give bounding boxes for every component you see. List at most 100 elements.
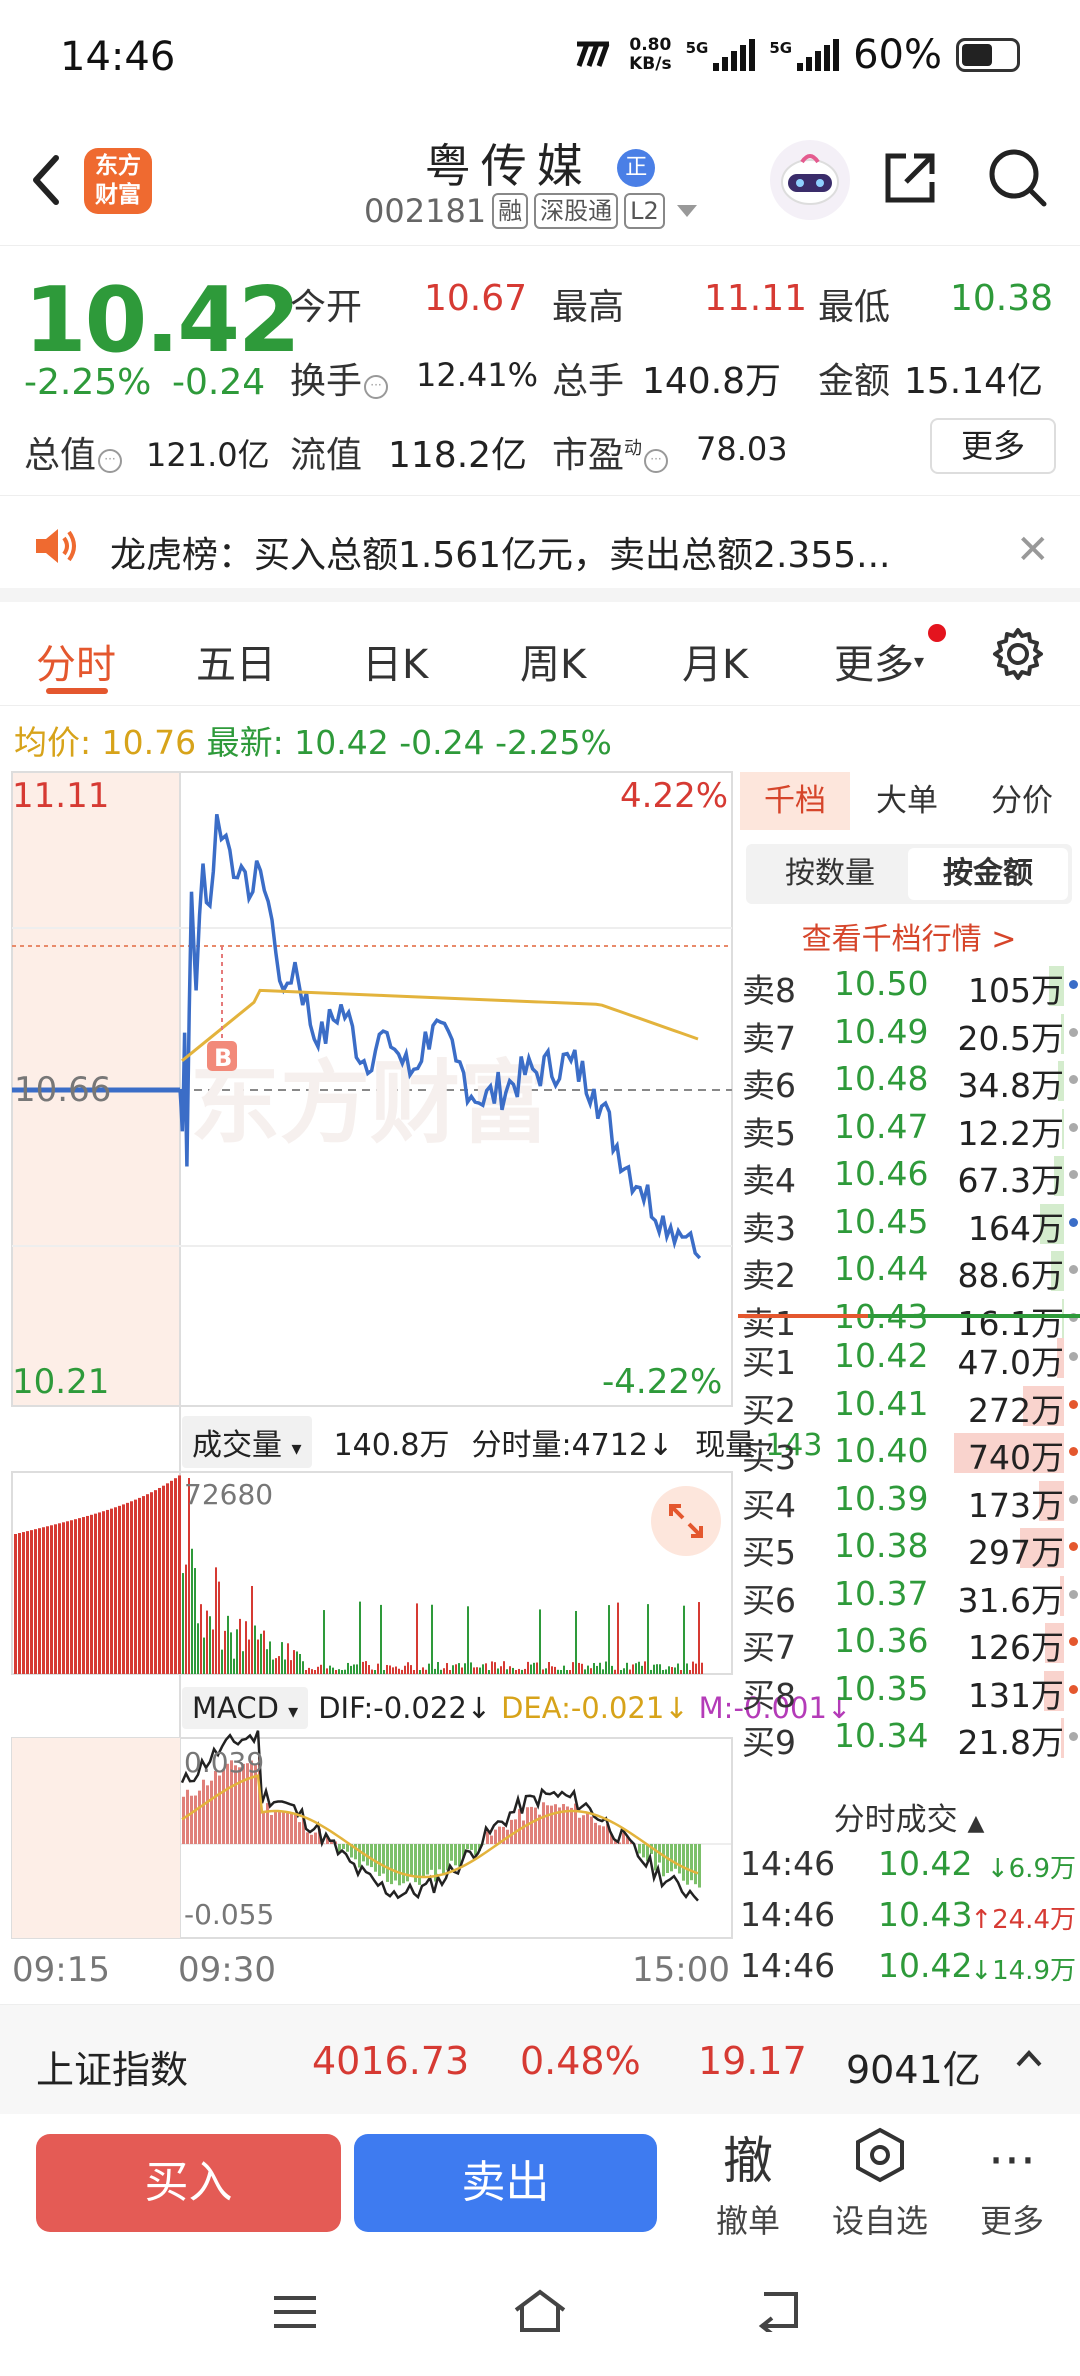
quote-more-button[interactable]: 更多 bbox=[930, 418, 1056, 474]
ask-row[interactable]: 卖6 10.48 34.8万 bbox=[738, 1055, 1080, 1105]
bid-row[interactable]: 买4 10.39 173万 bbox=[738, 1475, 1080, 1525]
turnover-label-text: 换手 bbox=[290, 361, 363, 402]
macd-bar bbox=[454, 1844, 457, 1866]
depth-link[interactable]: 查看千档行情 > bbox=[738, 914, 1080, 958]
volume-bar bbox=[371, 1669, 373, 1674]
volume-bar bbox=[632, 1664, 634, 1674]
back-nav-icon[interactable] bbox=[754, 2288, 804, 2332]
tab-five-day[interactable]: 五日 bbox=[196, 632, 276, 690]
volume-bar bbox=[114, 1507, 117, 1674]
bid-row[interactable]: 买5 10.38 297万 bbox=[738, 1522, 1080, 1572]
volume-bar bbox=[62, 1522, 65, 1674]
volume-bar bbox=[251, 1585, 253, 1674]
macd-bar bbox=[382, 1844, 385, 1874]
macd-bar bbox=[530, 1806, 533, 1844]
volume-bar bbox=[58, 1523, 61, 1674]
bid-row[interactable]: 买7 10.36 126万 bbox=[738, 1617, 1080, 1667]
level-name: 卖3 bbox=[742, 1208, 796, 1248]
volume-bar bbox=[308, 1667, 310, 1674]
ask-row[interactable]: 卖7 10.49 20.5万 bbox=[738, 1008, 1080, 1058]
tab-weekly-k[interactable]: 周K bbox=[520, 632, 586, 690]
tab-intraday[interactable]: 分时 bbox=[36, 632, 116, 690]
bid-row[interactable]: 买9 10.34 21.8万 bbox=[738, 1712, 1080, 1762]
info-dots-icon[interactable]: ··· bbox=[364, 375, 389, 399]
volume-bar bbox=[182, 1573, 184, 1674]
buy-button[interactable]: 买入 bbox=[36, 2134, 341, 2232]
expand-icon[interactable] bbox=[651, 1486, 721, 1556]
level-price: 10.50 bbox=[834, 964, 929, 1003]
volume-bar bbox=[299, 1653, 301, 1674]
tab-monthly-k[interactable]: 月K bbox=[682, 632, 748, 690]
chevron-up-icon[interactable] bbox=[1014, 2047, 1044, 2071]
ticks-header[interactable]: 分时成交 ▲ bbox=[738, 1794, 1080, 1839]
volume-bar bbox=[659, 1664, 661, 1674]
tab-depth[interactable]: 千档 bbox=[740, 772, 850, 830]
mode-by-quantity[interactable]: 按数量 bbox=[750, 848, 910, 900]
macd-bar bbox=[682, 1844, 685, 1881]
tab-big-order[interactable]: 大单 bbox=[852, 772, 962, 830]
cancel-order-button[interactable]: 撤 撤单 bbox=[688, 2126, 808, 2242]
level-dot bbox=[1069, 980, 1078, 989]
volume-indicator-select[interactable]: 成交量 ▾ bbox=[182, 1416, 312, 1468]
add-watchlist-button[interactable]: 设自选 bbox=[820, 2126, 940, 2242]
volume-bar bbox=[623, 1668, 625, 1674]
ask-row[interactable]: 卖4 10.46 67.3万 bbox=[738, 1150, 1080, 1200]
tab-price-dist[interactable]: 分价 bbox=[964, 772, 1080, 830]
network-logo-icon bbox=[576, 41, 610, 67]
more-actions-button[interactable]: ··· 更多 bbox=[952, 2126, 1072, 2242]
tab-more[interactable]: 更多▾ bbox=[834, 632, 924, 690]
settings-gear-icon[interactable] bbox=[990, 626, 1046, 682]
search-icon[interactable] bbox=[986, 146, 1050, 210]
volume-bar bbox=[287, 1643, 289, 1674]
tag-shenzhen-connect: 深股通 bbox=[534, 193, 619, 229]
bid-row[interactable]: 买2 10.41 272万 bbox=[738, 1380, 1080, 1430]
info-dots-icon[interactable]: ··· bbox=[98, 449, 123, 473]
volume-bar bbox=[521, 1669, 523, 1674]
close-icon[interactable]: ✕ bbox=[1016, 530, 1050, 570]
home-icon[interactable] bbox=[510, 2286, 570, 2336]
volume-bar bbox=[656, 1664, 658, 1674]
sell-button[interactable]: 卖出 bbox=[354, 2134, 657, 2232]
volume-bar bbox=[278, 1656, 280, 1674]
index-ticker[interactable]: 上证指数 4016.73 0.48% 19.17 9041亿 bbox=[0, 2004, 1080, 2114]
info-dots-icon[interactable]: ··· bbox=[644, 449, 669, 473]
tick-time: 14:46 bbox=[740, 1844, 836, 1883]
volume-bar bbox=[506, 1669, 508, 1674]
macd-dif-text: DIF:-0.022 bbox=[318, 1691, 467, 1725]
open-value: 10.67 bbox=[424, 278, 528, 319]
tag-margin: 融 bbox=[492, 193, 529, 229]
stock-subline[interactable]: 002181 融 深股通 L2 bbox=[364, 192, 697, 230]
bid-row[interactable]: 买8 10.35 131万 bbox=[738, 1665, 1080, 1715]
x-label-0915: 09:15 bbox=[12, 1950, 110, 1990]
menu-icon[interactable] bbox=[270, 2292, 320, 2332]
bid-row[interactable]: 买1 10.42 47.0万 bbox=[738, 1332, 1080, 1382]
bid-row[interactable]: 买6 10.37 31.6万 bbox=[738, 1570, 1080, 1620]
volume-bar bbox=[422, 1667, 424, 1674]
share-icon[interactable] bbox=[878, 146, 942, 210]
macd-bar bbox=[678, 1844, 681, 1874]
level-price: 10.48 bbox=[834, 1059, 929, 1098]
macd-indicator-select[interactable]: MACD ▾ bbox=[182, 1687, 309, 1729]
level-dot bbox=[1069, 1170, 1078, 1179]
ask-row[interactable]: 卖5 10.47 12.2万 bbox=[738, 1103, 1080, 1153]
ai-assistant-icon[interactable] bbox=[770, 140, 850, 220]
ask-row[interactable]: 卖8 10.50 105万 bbox=[738, 960, 1080, 1010]
notice-bar[interactable]: 龙虎榜：买入总额1.561亿元，卖出总额2.355... ✕ bbox=[0, 496, 1080, 602]
bid-row[interactable]: 买3 10.40 740万 bbox=[738, 1427, 1080, 1477]
intraday-chart[interactable]: 东方财富 B 11.11 4.22% 10.66 10.21 -4.22% 成交… bbox=[0, 764, 851, 2004]
volume-bar bbox=[317, 1666, 319, 1674]
macd-bar bbox=[394, 1844, 397, 1881]
ask-row[interactable]: 卖2 10.44 88.6万 bbox=[738, 1245, 1080, 1295]
volume-bar bbox=[392, 1667, 394, 1674]
volume-bar bbox=[227, 1615, 229, 1674]
macd-bar bbox=[190, 1795, 193, 1844]
mode-by-amount[interactable]: 按金额 bbox=[908, 848, 1068, 900]
level-name: 买9 bbox=[742, 1723, 796, 1762]
action-bar: 买入 卖出 撤 撤单 设自选 ··· 更多 bbox=[0, 2114, 1080, 2248]
tab-daily-k[interactable]: 日K bbox=[362, 632, 428, 690]
volume-bar bbox=[341, 1670, 343, 1674]
ask-row[interactable]: 卖3 10.45 164万 bbox=[738, 1198, 1080, 1248]
float-value: 118.2亿 bbox=[388, 435, 528, 476]
float-label: 流值 bbox=[290, 435, 363, 476]
volume-bar bbox=[185, 1564, 187, 1674]
